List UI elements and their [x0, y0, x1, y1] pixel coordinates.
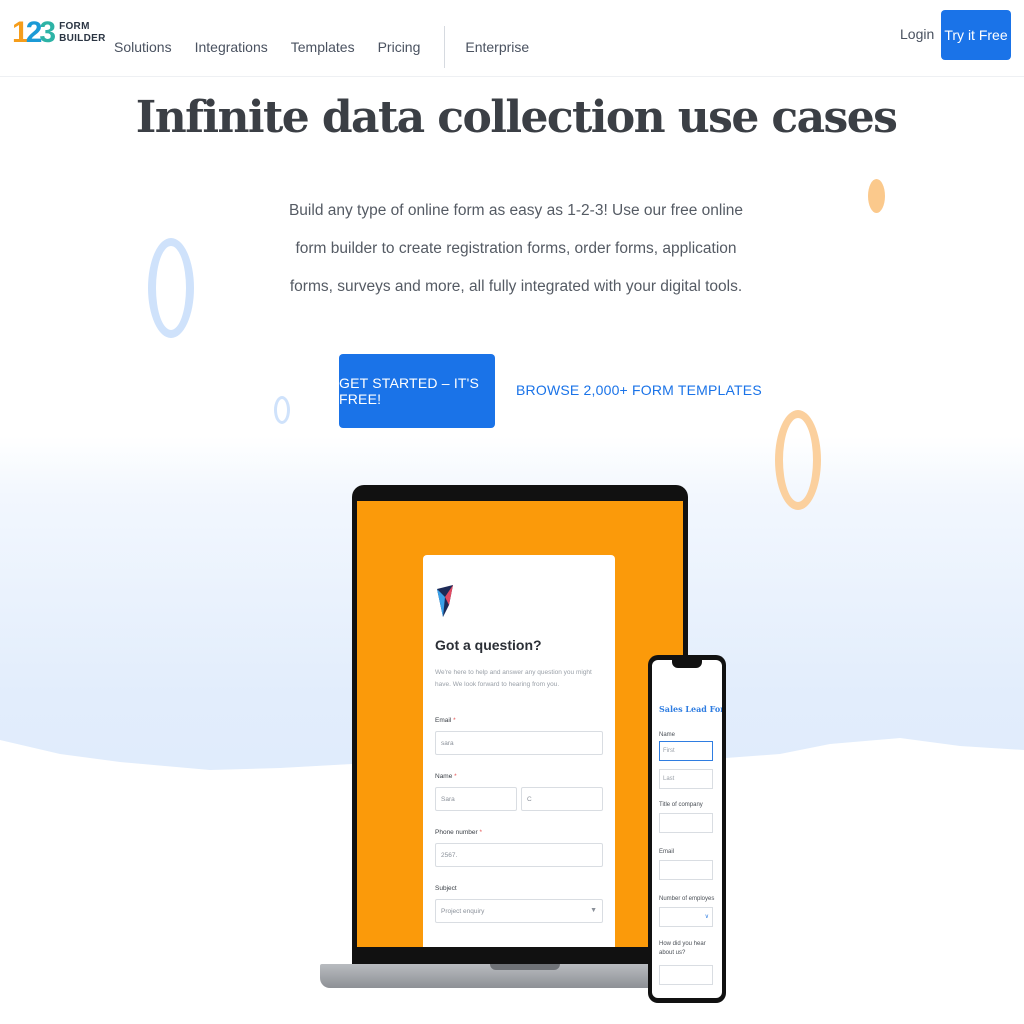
nav-pricing[interactable]: Pricing	[378, 39, 421, 55]
phone-field[interactable]: 2567.	[435, 843, 603, 867]
phone-company-field[interactable]	[659, 813, 713, 833]
phone-email-field[interactable]	[659, 860, 713, 880]
logo-digit-3: 3	[39, 16, 56, 49]
laptop-mockup: Got a question? We're here to help and a…	[352, 485, 688, 965]
chevron-down-icon: ▼	[590, 907, 597, 914]
logo-text: FORM BUILDER	[59, 21, 106, 45]
logo-word-builder: BUILDER	[59, 33, 106, 44]
subject-select[interactable]: Project enquiry ▼	[435, 899, 603, 923]
phone-last-field[interactable]: Last	[659, 769, 713, 789]
try-free-button[interactable]: Try it Free	[941, 10, 1011, 60]
phone-employees-label: Number of employes	[659, 896, 715, 902]
phone-email-label: Email	[659, 849, 675, 855]
browse-templates-link[interactable]: BROWSE 2,000+ FORM TEMPLATES	[516, 382, 762, 398]
nav-enterprise[interactable]: Enterprise	[465, 39, 529, 55]
top-nav-bar: 123 FORM BUILDER Solutions Integrations …	[0, 0, 1024, 77]
phone-notch	[672, 660, 702, 668]
phone-label: Phone number *	[435, 829, 482, 836]
phone-employees-select[interactable]: ∨	[659, 907, 713, 927]
decor-ring-blue-small	[274, 396, 290, 424]
form-title: Got a question?	[435, 637, 542, 653]
nav-templates[interactable]: Templates	[291, 39, 355, 55]
phone-mockup: Sales Lead Form Name First Last Title of…	[648, 655, 726, 1003]
nav-divider	[444, 26, 446, 68]
decor-dot-orange	[868, 179, 885, 213]
brand-logo[interactable]: 123 FORM BUILDER	[12, 18, 106, 48]
form-description: We're here to help and answer any questi…	[435, 669, 592, 688]
logo-digit-1: 1	[12, 16, 29, 49]
first-name-field[interactable]: Sara	[435, 787, 517, 811]
name-label: Name *	[435, 773, 457, 780]
name-label-text: Name	[435, 773, 453, 780]
nav-solutions[interactable]: Solutions	[114, 39, 172, 55]
hero-description: Build any type of online form as easy as…	[288, 202, 744, 295]
phone-hear-label: How did you hear about us?	[659, 941, 706, 956]
main-nav: Solutions Integrations Templates Pricing…	[114, 26, 552, 68]
phone-name-label: Name	[659, 732, 676, 738]
form-logo-icon	[437, 585, 453, 617]
contact-form-card: Got a question? We're here to help and a…	[423, 555, 615, 947]
hero-title: Infinite data collection use cases	[135, 92, 898, 143]
subject-label: Subject	[435, 885, 457, 892]
phone-label-text: Phone number	[435, 829, 478, 836]
chevron-down-icon: ∨	[704, 914, 709, 920]
login-link[interactable]: Login	[900, 26, 934, 42]
logo-number: 123	[12, 16, 56, 49]
required-mark: *	[479, 829, 482, 836]
required-mark: *	[454, 773, 457, 780]
email-label-text: Email	[435, 717, 452, 724]
email-label: Email *	[435, 717, 456, 724]
laptop-notch	[490, 964, 560, 970]
phone-form-title: Sales Lead Form	[659, 704, 722, 714]
logo-digit-2: 2	[25, 16, 43, 49]
nav-integrations[interactable]: Integrations	[195, 39, 268, 55]
get-started-button[interactable]: GET STARTED – IT'S FREE!	[339, 354, 495, 428]
required-mark: *	[453, 717, 456, 724]
last-name-field[interactable]: C	[521, 787, 603, 811]
phone-screen: Sales Lead Form Name First Last Title of…	[652, 660, 722, 998]
phone-hear-field[interactable]	[659, 965, 713, 985]
email-field[interactable]: sara	[435, 731, 603, 755]
logo-word-form: FORM	[59, 21, 90, 32]
phone-first-field[interactable]: First	[659, 741, 713, 761]
subject-value: Project enquiry	[441, 907, 485, 915]
phone-company-label: Title of company	[659, 802, 703, 808]
decor-ring-orange	[775, 410, 821, 510]
laptop-screen: Got a question? We're here to help and a…	[357, 501, 683, 947]
decor-ring-blue-large	[148, 238, 194, 338]
